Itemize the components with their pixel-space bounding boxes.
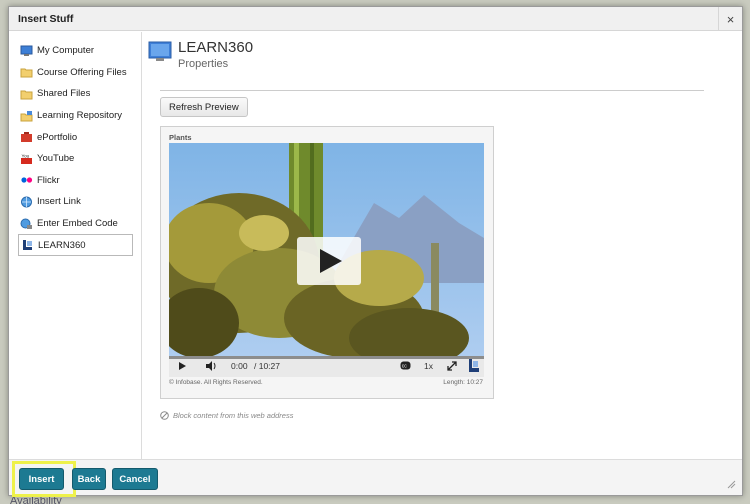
progress-bar[interactable]	[169, 356, 484, 359]
sidebar-item-label: ePortfolio	[37, 131, 78, 143]
video-preview: Plants 0:00 / 10:27 cc 1x © Infobase. Al…	[160, 126, 494, 399]
copyright-text: © Infobase. All Rights Reserved.	[169, 379, 263, 386]
sidebar-item-label: Enter Embed Code	[37, 218, 118, 230]
svg-text:You: You	[22, 153, 30, 158]
current-time: 0:00	[231, 361, 248, 371]
dialog-titlebar: Insert Stuff	[9, 7, 742, 31]
volume-icon[interactable]	[205, 361, 217, 371]
provider-content: LEARN360 Properties Refresh Preview Plan…	[143, 32, 742, 459]
provider-subtitle: Properties	[178, 58, 229, 70]
video-title: Plants	[169, 133, 192, 142]
resize-grip-icon[interactable]	[727, 480, 736, 489]
provider-name: LEARN360	[178, 39, 254, 56]
sidebar-item-insert-link[interactable]: Insert Link	[18, 191, 133, 213]
repository-icon	[20, 110, 33, 122]
folder-icon	[20, 88, 33, 100]
sidebar-item-shared-files[interactable]: Shared Files	[18, 83, 133, 105]
total-time: / 10:27	[254, 361, 280, 371]
length-text: Length: 10:27	[443, 379, 483, 386]
folder-icon	[20, 66, 33, 78]
sidebar-item-eportfolio[interactable]: ePortfolio	[18, 126, 133, 148]
sidebar-item-label: LEARN360	[38, 239, 86, 251]
sidebar-item-label: Flickr	[37, 174, 60, 186]
dialog-body: My Computer Course Offering Files Shared…	[9, 32, 742, 459]
closed-captions-icon[interactable]: cc	[400, 361, 411, 370]
refresh-preview-button[interactable]: Refresh Preview	[160, 97, 248, 117]
sidebar-item-learning-repository[interactable]: Learning Repository	[18, 105, 133, 127]
embed-icon	[20, 218, 33, 230]
video-player[interactable]	[169, 143, 484, 356]
sidebar-item-label: Course Offering Files	[37, 66, 127, 78]
insert-stuff-dialog: Insert Stuff × My Computer Course Offeri…	[8, 6, 743, 497]
play-icon[interactable]	[178, 361, 187, 371]
back-button[interactable]: Back	[72, 468, 106, 490]
close-icon: ×	[726, 11, 735, 27]
cancel-button[interactable]: Cancel	[112, 468, 158, 490]
video-frame	[169, 143, 484, 356]
video-controls: 0:00 / 10:27 cc 1x	[169, 356, 484, 377]
sidebar-item-label: Learning Repository	[37, 110, 123, 122]
divider	[160, 90, 704, 91]
sidebar-item-label: My Computer	[37, 45, 95, 57]
provider-header: LEARN360 Properties	[148, 39, 253, 70]
sidebar-item-my-computer[interactable]: My Computer	[18, 40, 133, 62]
sidebar-item-youtube[interactable]: You YouTube	[18, 148, 133, 170]
block-content-label: Block content from this web address	[173, 411, 294, 420]
sidebar-item-course-offering-files[interactable]: Course Offering Files	[18, 62, 133, 84]
source-sidebar: My Computer Course Offering Files Shared…	[9, 32, 142, 459]
svg-text:cc: cc	[402, 364, 408, 370]
sidebar-item-label: Insert Link	[37, 196, 81, 208]
sidebar-item-label: Shared Files	[37, 88, 91, 100]
sidebar-item-learn360[interactable]: LEARN360	[18, 234, 133, 256]
block-content-option[interactable]: Block content from this web address	[160, 411, 293, 420]
sidebar-item-flickr[interactable]: Flickr	[18, 170, 133, 192]
link-globe-icon	[20, 196, 33, 208]
sidebar-item-enter-embed-code[interactable]: Enter Embed Code	[18, 213, 133, 235]
fullscreen-icon[interactable]	[447, 361, 457, 371]
learn360-logo-icon	[468, 359, 479, 372]
youtube-icon: You	[20, 153, 33, 165]
dialog-footer: Insert Back Cancel	[9, 459, 742, 497]
computer-icon	[20, 45, 33, 57]
block-icon	[160, 411, 169, 420]
close-button[interactable]: ×	[718, 7, 742, 31]
flickr-icon	[20, 174, 33, 186]
sidebar-item-label: YouTube	[37, 153, 75, 165]
dialog-title: Insert Stuff	[18, 12, 74, 25]
insert-button[interactable]: Insert	[19, 468, 64, 490]
learn360-icon	[21, 239, 34, 251]
monitor-icon	[148, 41, 172, 61]
eportfolio-icon	[20, 131, 33, 143]
playback-speed[interactable]: 1x	[424, 361, 433, 371]
